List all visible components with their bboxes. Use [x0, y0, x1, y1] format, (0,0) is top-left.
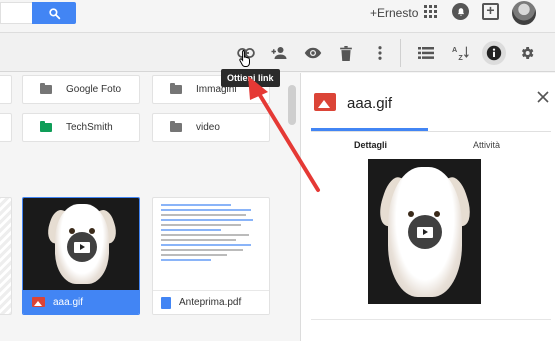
play-icon — [67, 232, 97, 262]
file-card-aaa-gif[interactable]: aaa.gif — [22, 197, 140, 315]
folder-name: TechSmith — [66, 122, 113, 133]
active-tab-indicator — [311, 128, 428, 131]
gear-icon — [521, 47, 534, 59]
share-button[interactable] — [268, 42, 290, 64]
file-card-partial[interactable] — [0, 197, 12, 315]
tab-attivita[interactable]: Attività — [473, 140, 500, 150]
shared-folder-icon — [40, 121, 52, 132]
file-toolbar: A Z — [0, 32, 555, 72]
eye-icon — [304, 47, 322, 59]
sort-az-icon: A Z — [452, 45, 469, 61]
svg-text:Z: Z — [458, 53, 463, 61]
more-vert-icon — [378, 46, 382, 60]
delete-button[interactable] — [335, 42, 357, 64]
details-title: aaa.gif — [347, 95, 393, 112]
list-icon — [418, 47, 434, 59]
image-file-icon — [314, 93, 336, 111]
document-file-icon — [161, 296, 171, 309]
image-file-icon — [32, 297, 45, 307]
settings-button[interactable] — [516, 42, 538, 64]
hand-cursor-icon — [239, 50, 250, 67]
share-plus-icon[interactable]: + — [482, 3, 499, 20]
folder-icon — [40, 83, 52, 94]
search-icon — [48, 7, 60, 19]
folder-video[interactable]: video — [152, 113, 270, 142]
add-person-icon — [271, 47, 287, 59]
svg-text:A: A — [452, 45, 457, 54]
folder-icon — [170, 121, 182, 132]
folder-name: video — [196, 122, 220, 133]
apps-grid-icon[interactable] — [424, 5, 438, 19]
folder-techsmith[interactable]: TechSmith — [22, 113, 140, 142]
tabs-divider — [311, 131, 551, 132]
info-icon — [486, 45, 502, 61]
folder-card-partial[interactable] — [0, 75, 12, 104]
list-view-button[interactable] — [415, 42, 437, 64]
search-input[interactable] — [0, 2, 32, 24]
avatar[interactable] — [512, 1, 536, 25]
bell-icon — [457, 7, 464, 16]
file-card-anteprima-pdf[interactable]: Anteprima.pdf — [152, 197, 270, 315]
user-name-link[interactable]: +Ernesto — [370, 6, 418, 20]
details-panel: aaa.gif Dettagli Attività — [300, 73, 555, 341]
vertical-scrollbar[interactable] — [288, 85, 296, 125]
preview-image — [368, 159, 481, 304]
file-name: aaa.gif — [53, 296, 84, 308]
details-button[interactable] — [482, 41, 506, 65]
sort-button[interactable]: A Z — [449, 42, 471, 64]
tab-dettagli[interactable]: Dettagli — [354, 140, 387, 150]
file-browser: Google Foto Immagini TechSmith video aaa… — [0, 73, 300, 341]
file-label: Anteprima.pdf — [153, 290, 269, 314]
folder-google-foto[interactable]: Google Foto — [22, 75, 140, 104]
top-header: +Ernesto + — [0, 0, 555, 32]
close-icon[interactable] — [535, 87, 551, 107]
get-link-tooltip: Ottieni link — [221, 69, 280, 87]
trash-icon — [340, 45, 352, 61]
folder-name: Google Foto — [66, 84, 122, 95]
notifications-bell-icon[interactable] — [452, 3, 469, 20]
details-divider — [311, 319, 551, 320]
search-button[interactable] — [32, 2, 76, 24]
file-label: aaa.gif — [23, 290, 139, 314]
drive-window: +Ernesto + A Z Google Foto Immagini Tech… — [0, 0, 555, 341]
gif-thumbnail — [23, 198, 139, 292]
toolbar-divider — [400, 39, 401, 67]
folder-card-partial[interactable] — [0, 113, 12, 142]
file-name: Anteprima.pdf — [179, 297, 242, 308]
folder-icon — [170, 83, 182, 94]
preview-button[interactable] — [302, 42, 324, 64]
play-icon — [408, 215, 442, 249]
more-actions-button[interactable] — [369, 42, 391, 64]
